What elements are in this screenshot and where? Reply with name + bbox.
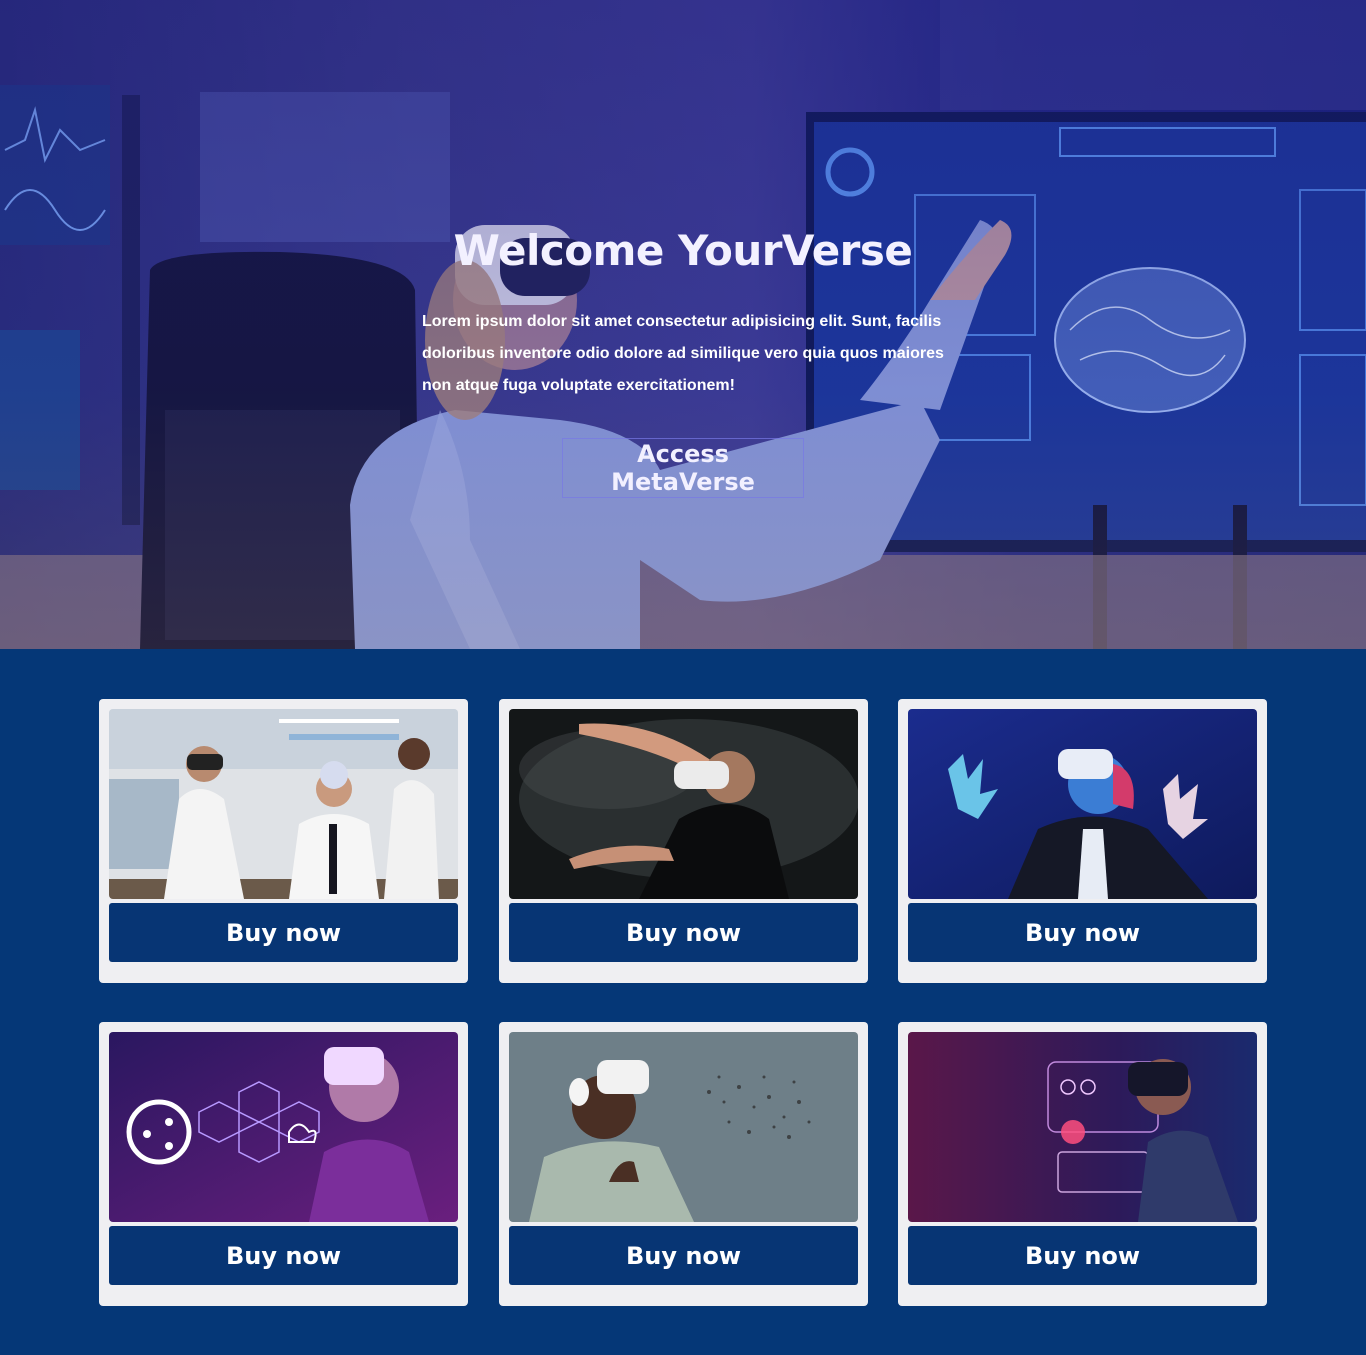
access-metaverse-button[interactable]: Access MetaVerse [562,438,804,498]
buy-now-button[interactable]: Buy now [109,903,458,962]
buy-now-button[interactable]: Buy now [908,1226,1257,1285]
buy-now-button[interactable]: Buy now [109,1226,458,1285]
buy-now-button[interactable]: Buy now [509,903,858,962]
product-grid: Buy now Buy now Buy now Buy now Buy now … [0,649,1366,1355]
hero-section: Welcome YourVerse Lorem ipsum dolor sit … [0,0,1366,649]
product-image-headphones-vr [509,1032,858,1222]
buy-now-button[interactable]: Buy now [509,1226,858,1285]
product-card: Buy now [99,1022,468,1306]
product-image-lab-vr [109,709,458,899]
hero-title: Welcome YourVerse [453,226,913,275]
product-image-network-vr [109,1032,458,1222]
product-card: Buy now [499,1022,868,1306]
product-image-holographic-vr [908,1032,1257,1222]
headphones-vr-user-image [509,1032,858,1222]
product-card: Buy now [99,699,468,983]
lab-vr-headset-image [109,709,458,899]
product-image-smoke-vr [509,709,858,899]
product-image-neon-vr [908,709,1257,899]
product-card: Buy now [898,699,1267,983]
buy-now-button[interactable]: Buy now [908,903,1257,962]
holographic-vr-user-image [908,1032,1257,1222]
purple-network-vr-image [109,1032,458,1222]
neon-vr-user-image [908,709,1257,899]
smoke-vr-user-image [509,709,858,899]
hero-description: Lorem ipsum dolor sit amet consectetur a… [422,313,944,394]
product-card: Buy now [898,1022,1267,1306]
product-card: Buy now [499,699,868,983]
